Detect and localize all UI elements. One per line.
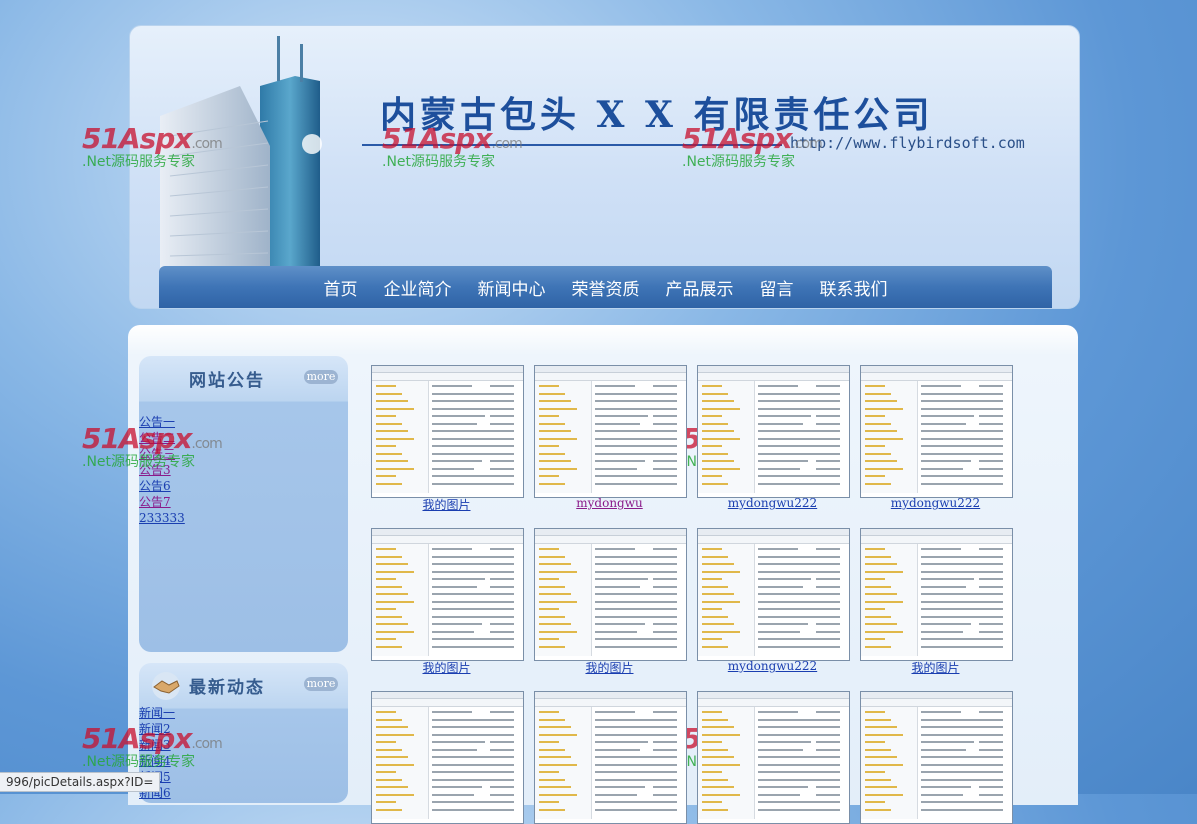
list-item: 公告7 — [139, 494, 185, 510]
list-item: 新闻4 — [139, 753, 175, 769]
picture-thumbnail[interactable] — [371, 691, 524, 824]
picture-thumbnail[interactable] — [860, 528, 1013, 661]
announcement-link[interactable]: 公告一 — [139, 415, 175, 429]
building-banner-image — [160, 36, 322, 276]
picture-thumbnail[interactable] — [860, 365, 1013, 498]
announcements-title: 网站公告 — [189, 371, 265, 391]
nav-honors[interactable]: 荣誉资质 — [559, 275, 653, 300]
picture-thumbnail[interactable] — [371, 528, 524, 661]
picture-thumbnail[interactable] — [371, 365, 524, 498]
picture-caption-link[interactable]: 我的图片 — [371, 496, 522, 513]
picture-thumbnail[interactable] — [534, 365, 687, 498]
picture-thumbnail[interactable] — [697, 365, 850, 498]
nav-home[interactable]: 首页 — [311, 275, 371, 300]
picture-caption-link[interactable]: mydongwu222 — [697, 496, 848, 510]
announcement-link[interactable]: 公告6 — [139, 479, 171, 493]
news-link[interactable]: 新闻一 — [139, 706, 175, 720]
nav-company-intro[interactable]: 企业简介 — [371, 275, 465, 300]
announcements-list: 公告一 公告二 公告三 公告3 公告6 公告7 233333 — [139, 414, 185, 526]
picture-thumbnail[interactable] — [534, 528, 687, 661]
picture-caption-link[interactable]: 我的图片 — [534, 659, 685, 676]
picture-thumbnail[interactable] — [860, 691, 1013, 824]
news-link[interactable]: 新闻2 — [139, 722, 171, 736]
picture-caption-link[interactable]: 我的图片 — [860, 659, 1011, 676]
announcement-link[interactable]: 公告3 — [139, 463, 171, 477]
header-divider — [362, 144, 782, 146]
announcement-link[interactable]: 公告7 — [139, 495, 171, 509]
handshake-icon — [152, 672, 180, 700]
news-box: 最新动态 more 新闻一 新闻2 新闻3 新闻4 新闻5 新闻6 — [139, 663, 348, 803]
picture-thumbnail[interactable] — [697, 528, 850, 661]
announcement-link[interactable]: 公告二 — [139, 431, 175, 445]
list-item: 新闻3 — [139, 737, 175, 753]
status-bar-url: 996/picDetails.aspx?ID= — [0, 772, 161, 792]
list-item: 公告3 — [139, 462, 185, 478]
website-url: http://www.flybirdsoft.com — [790, 134, 1025, 152]
announcements-more-button[interactable]: more — [304, 370, 338, 384]
news-link[interactable]: 新闻4 — [139, 754, 171, 768]
list-item: 公告二 — [139, 430, 185, 446]
picture-caption-link[interactable]: mydongwu222 — [860, 496, 1011, 510]
list-item: 公告6 — [139, 478, 185, 494]
announcements-box: 网站公告 more 公告一 公告二 公告三 公告3 公告6 公告7 233333 — [139, 356, 348, 652]
nav-contact[interactable]: 联系我们 — [807, 275, 901, 300]
news-link[interactable]: 新闻3 — [139, 738, 171, 752]
news-title: 最新动态 — [189, 678, 265, 698]
announcement-link[interactable]: 233333 — [139, 511, 185, 525]
picture-caption-link[interactable]: mydongwu222 — [697, 659, 848, 673]
nav-guestbook[interactable]: 留言 — [747, 275, 807, 300]
picture-thumbnail[interactable] — [697, 691, 850, 824]
nav-news-center[interactable]: 新闻中心 — [465, 275, 559, 300]
list-item: 233333 — [139, 510, 185, 526]
picture-caption-link[interactable]: 我的图片 — [371, 659, 522, 676]
picture-thumbnail[interactable] — [534, 691, 687, 824]
picture-caption-link[interactable]: mydongwu — [534, 496, 685, 510]
main-nav: 首页 企业简介 新闻中心 荣誉资质 产品展示 留言 联系我们 — [159, 266, 1052, 308]
news-more-button[interactable]: more — [304, 677, 338, 691]
list-item: 公告三 — [139, 446, 185, 462]
list-item: 新闻2 — [139, 721, 175, 737]
announcement-link[interactable]: 公告三 — [139, 447, 175, 461]
nav-products[interactable]: 产品展示 — [653, 275, 747, 300]
list-item: 新闻一 — [139, 705, 175, 721]
company-name: 内蒙古包头 X X 有限责任公司 — [380, 94, 934, 136]
list-item: 公告一 — [139, 414, 185, 430]
site-header: 内蒙古包头 X X 有限责任公司 http://www.flybirdsoft.… — [129, 25, 1080, 309]
